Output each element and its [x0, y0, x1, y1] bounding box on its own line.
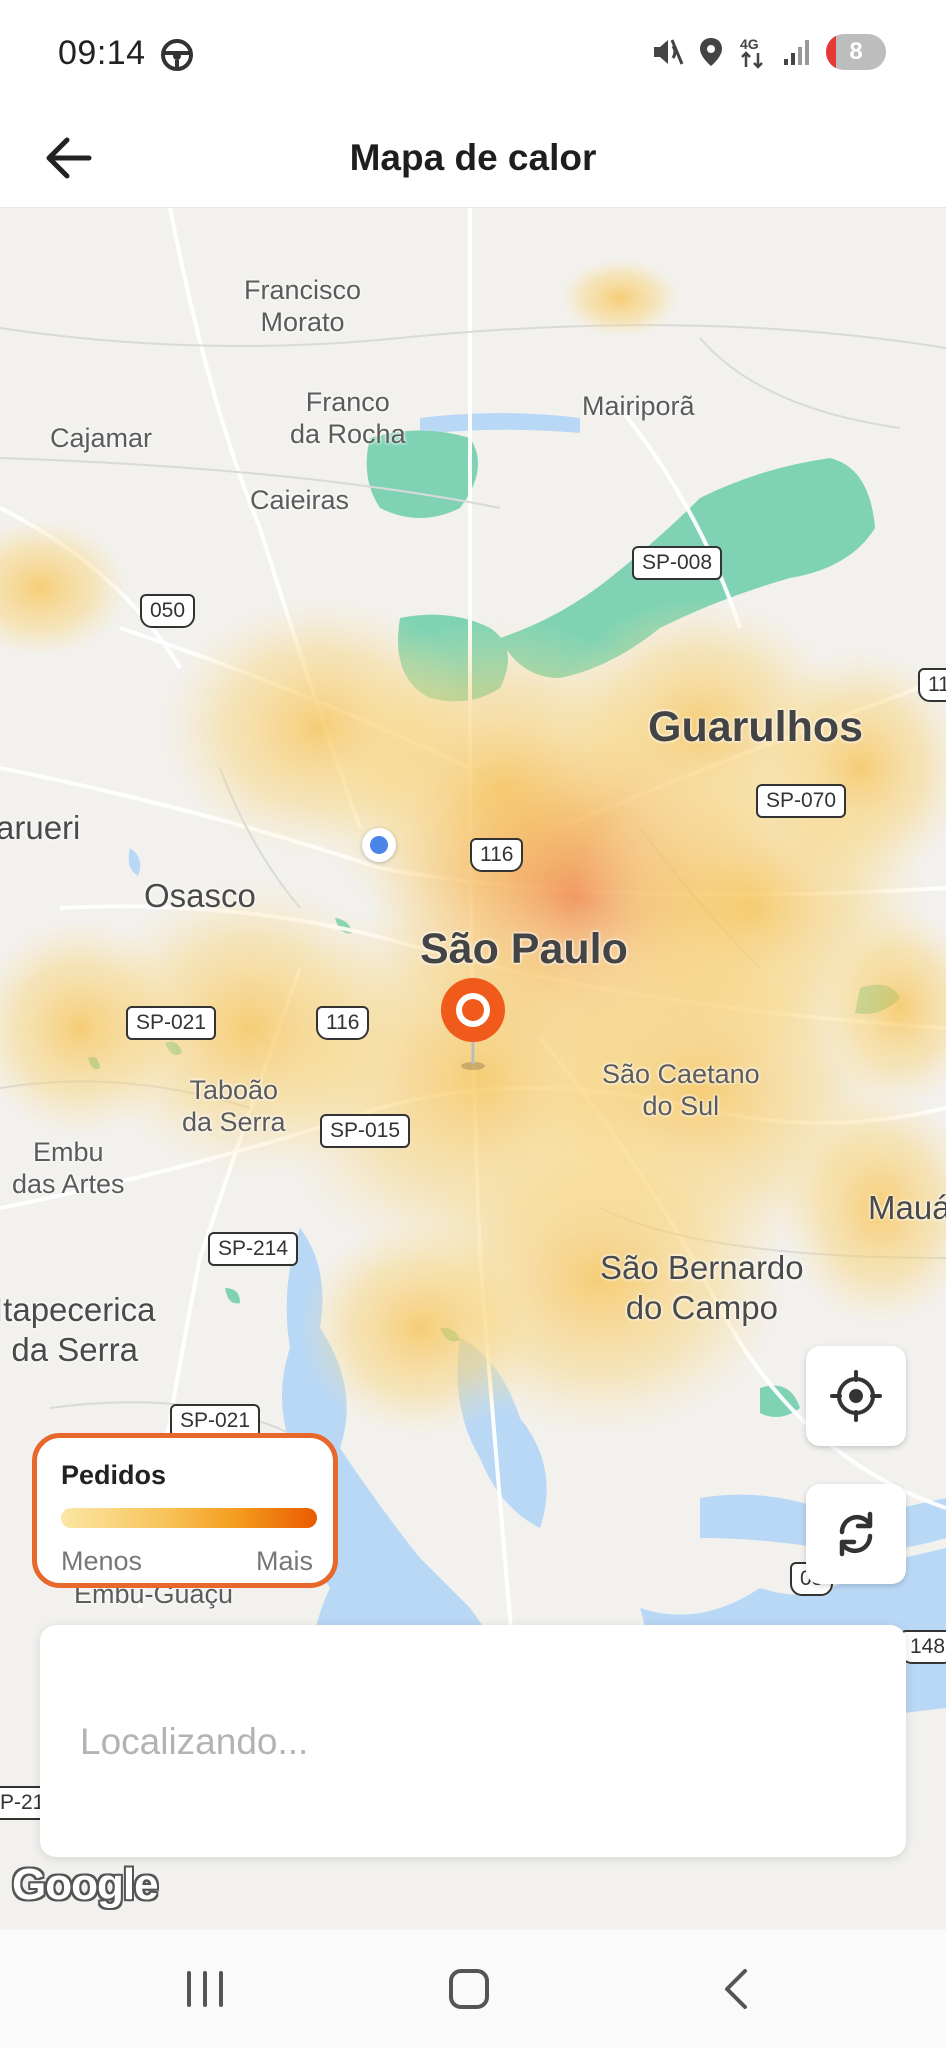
app-bar: Mapa de calor — [0, 108, 946, 208]
road-shield: 11 — [918, 668, 946, 702]
road-shield: 116 — [316, 1006, 370, 1040]
place-caieiras: Caieiras — [250, 485, 350, 515]
steering-wheel-icon — [160, 38, 194, 72]
home-button[interactable] — [424, 1954, 514, 2024]
place-franco-da-rocha: Franco da Rocha — [290, 387, 406, 450]
road-shield: SP-008 — [632, 546, 723, 580]
signal-icon — [782, 37, 812, 67]
chevron-left-icon — [725, 1969, 747, 2009]
road-shield: 148 — [900, 1630, 946, 1664]
place-cajamar: Cajamar — [50, 423, 153, 453]
legend-max-label: Mais — [255, 1546, 313, 1576]
road-shield: SP-021 — [126, 1006, 217, 1040]
system-back-button[interactable] — [690, 1954, 780, 2024]
refresh-icon — [839, 1511, 873, 1557]
status-bar: 09:14 4G 8 — [0, 0, 946, 108]
recents-button[interactable] — [160, 1954, 250, 2024]
user-location-dot — [362, 828, 396, 862]
place-guarulhos: Guarulhos — [648, 703, 864, 751]
4g-data-icon: 4G — [738, 35, 768, 69]
battery-indicator: 8 — [826, 34, 886, 70]
heatmap-legend: Pedidos Menos Mais — [32, 1433, 338, 1588]
status-time: 09:14 — [58, 34, 146, 72]
legend-gradient-bar — [61, 1508, 317, 1528]
home-icon — [449, 1969, 489, 2009]
svg-text:4G: 4G — [740, 36, 759, 52]
place-sao-bernardo-do-campo: São Bernardo do Campo — [600, 1249, 804, 1326]
road-shield: SP-214 — [208, 1232, 299, 1266]
battery-count: 8 — [849, 38, 863, 65]
crosshair-icon — [830, 1370, 882, 1422]
place-taboao-da-serra: Taboão da Serra — [182, 1075, 286, 1138]
place-francisco-morato: Francisco Morato — [244, 275, 362, 338]
location-pin-icon[interactable] — [438, 978, 508, 1074]
locate-me-button[interactable] — [806, 1346, 906, 1446]
back-button[interactable] — [38, 128, 98, 188]
place-mairipora: Mairiporã — [582, 391, 695, 421]
road-shield: 116 — [470, 838, 524, 872]
mute-icon — [650, 36, 684, 68]
location-icon — [698, 36, 724, 68]
arrow-left-icon — [46, 137, 92, 179]
road-shield: SP-015 — [320, 1114, 411, 1148]
road-shield: 050 — [140, 594, 196, 628]
location-card[interactable]: Localizando... — [40, 1625, 906, 1857]
place-maua: Mauá — [868, 1189, 946, 1226]
status-icons: 4G 8 — [650, 32, 886, 72]
legend-title: Pedidos — [61, 1460, 167, 1490]
location-status-text: Localizando... — [80, 1721, 309, 1762]
road-shield: SP-070 — [756, 784, 847, 818]
refresh-button[interactable] — [806, 1484, 906, 1584]
system-nav-bar — [0, 1930, 946, 2048]
place-osasco: Osasco — [144, 877, 256, 914]
place-itapecerica-da-serra: Itapecerica da Serra — [0, 1291, 156, 1368]
google-logo: Google — [12, 1860, 159, 1909]
place-sao-paulo: São Paulo — [420, 925, 628, 973]
place-barueri: arueri — [0, 809, 81, 846]
legend-min-label: Menos — [61, 1546, 143, 1576]
place-embu-das-artes: Embu das Artes — [12, 1137, 125, 1200]
page-title: Mapa de calor — [349, 137, 597, 178]
place-sao-caetano-do-sul: São Caetano do Sul — [602, 1059, 760, 1122]
recents-icon — [187, 1971, 223, 2007]
